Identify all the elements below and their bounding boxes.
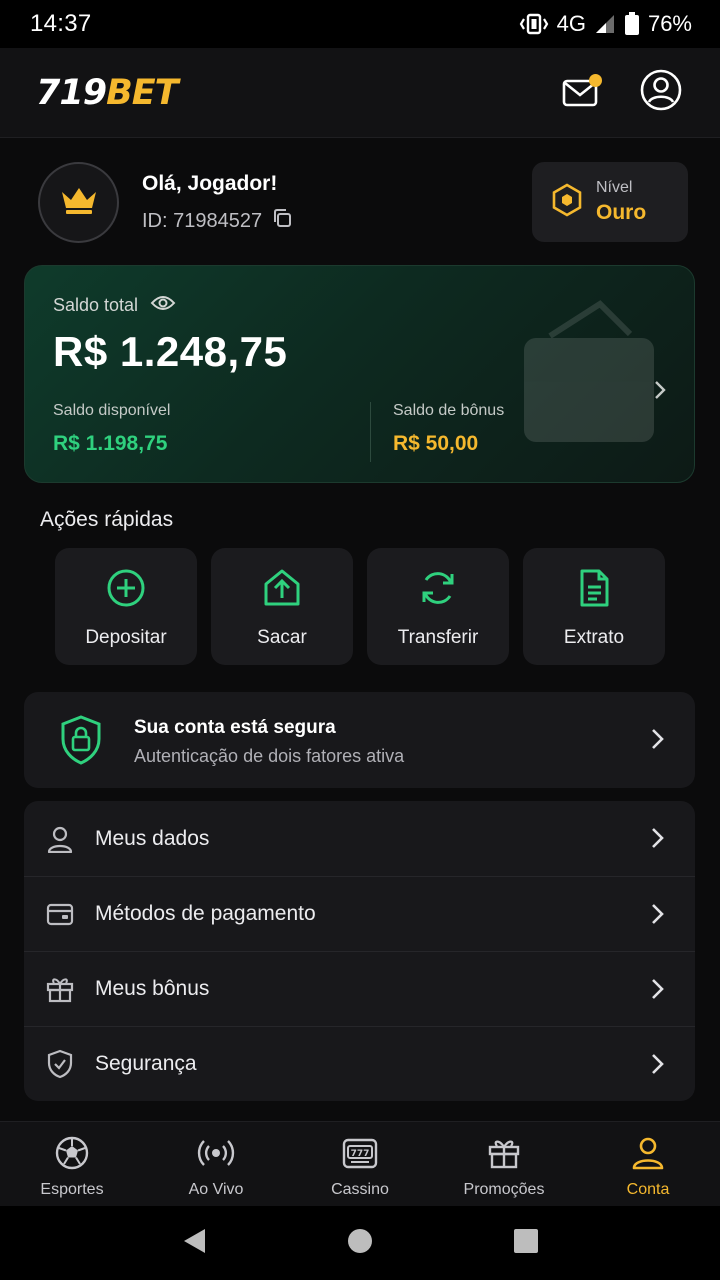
- copy-icon[interactable]: [272, 208, 292, 234]
- nav-label: Conta: [626, 1181, 670, 1198]
- transfer-button[interactable]: Transferir: [367, 548, 509, 665]
- status-icons: 4G 76%: [519, 11, 692, 37]
- live-broadcast-icon: [197, 1136, 235, 1175]
- plus-circle-icon: [106, 568, 146, 613]
- nav-sports[interactable]: Esportes: [0, 1122, 144, 1206]
- security-title: Sua conta está segura: [134, 717, 336, 738]
- status-bar: 14:37 4G 76%: [0, 0, 720, 48]
- avatar[interactable]: [38, 162, 119, 243]
- nav-label: Promoções: [463, 1181, 545, 1198]
- level-card[interactable]: Nível Ouro: [532, 162, 688, 242]
- statement-button[interactable]: Extrato: [523, 548, 665, 665]
- menu-item-payment-methods[interactable]: Métodos de pagamento: [24, 876, 695, 951]
- battery-icon: [624, 12, 640, 36]
- mail-icon: [562, 79, 598, 112]
- nav-live[interactable]: Ao Vivo: [144, 1122, 288, 1206]
- crown-icon: [59, 184, 99, 221]
- header-actions: [562, 69, 682, 116]
- chevron-right-icon: [651, 827, 665, 854]
- available-balance: Saldo disponível R$ 1.198,75: [53, 402, 370, 462]
- nav-label: Ao Vivo: [188, 1181, 244, 1198]
- available-value: R$ 1.198,75: [53, 432, 168, 455]
- refresh-icon: [418, 568, 458, 613]
- balance-total: R$ 1.248,75: [53, 328, 288, 375]
- messages-button[interactable]: [562, 73, 602, 108]
- user-id-text: ID: 71984527: [142, 209, 263, 232]
- gift-icon: [487, 1136, 521, 1175]
- wallet-icon: [46, 900, 74, 928]
- signal-icon: [594, 13, 616, 35]
- available-label: Saldo disponível: [53, 402, 171, 419]
- chevron-right-icon: [651, 1053, 665, 1080]
- level-value: Ouro: [596, 201, 647, 224]
- quick-actions-title: Ações rápidas: [40, 508, 174, 531]
- hexagon-badge-icon: [552, 182, 582, 222]
- logo-brand: BET: [106, 72, 178, 113]
- home-icon[interactable]: [347, 1228, 373, 1259]
- security-subtitle: Autenticação de dois fatores ativa: [134, 746, 405, 766]
- statement-label: Extrato: [563, 627, 625, 648]
- profile-section: Olá, Jogador! ID: 71984527 Nível Ouro: [38, 162, 688, 244]
- bonus-label: Saldo de bônus: [393, 402, 505, 419]
- recents-icon[interactable]: [513, 1228, 539, 1259]
- quick-actions: Depositar Sacar Transferir Extrato: [55, 548, 665, 665]
- app-header: 719BET: [0, 48, 720, 138]
- soccer-ball-icon: [55, 1136, 89, 1175]
- transfer-label: Transferir: [397, 627, 479, 648]
- bonus-balance: Saldo de bônus R$ 50,00: [370, 402, 650, 462]
- balance-label-text: Saldo total: [53, 295, 139, 315]
- battery-percent: 76%: [647, 11, 692, 36]
- withdraw-button[interactable]: Sacar: [211, 548, 353, 665]
- menu-item-label: Segurança: [95, 1052, 197, 1075]
- security-banner[interactable]: Sua conta está segura Autenticação de do…: [24, 692, 695, 788]
- brand-logo[interactable]: 719BET: [36, 72, 179, 113]
- upload-icon: [262, 568, 302, 613]
- svg-text:777: 777: [351, 1149, 370, 1159]
- gift-icon: [46, 975, 74, 1003]
- nav-label: Cassino: [331, 1181, 389, 1198]
- system-nav-bar: [0, 1206, 720, 1280]
- shield-check-icon: [46, 1049, 74, 1079]
- chevron-right-icon: [651, 903, 665, 930]
- user-circle-icon[interactable]: [640, 69, 682, 116]
- eye-icon[interactable]: [150, 294, 176, 317]
- menu-item-security[interactable]: Segurança: [24, 1026, 695, 1101]
- chevron-right-icon: [651, 978, 665, 1005]
- nav-casino[interactable]: 777 Cassino: [288, 1122, 432, 1206]
- notification-dot: [589, 73, 602, 87]
- balance-label: Saldo total: [53, 294, 176, 317]
- nav-account[interactable]: Conta: [576, 1122, 720, 1206]
- menu-item-label: Meus bônus: [95, 977, 210, 1000]
- level-label: Nível: [596, 179, 633, 196]
- shield-lock-icon: [60, 715, 102, 770]
- account-menu: Meus dados Métodos de pagamento Meus bôn…: [24, 801, 695, 1101]
- status-time: 14:37: [30, 10, 92, 37]
- network-type: 4G: [556, 11, 586, 36]
- withdraw-label: Sacar: [257, 627, 307, 648]
- level-text: Nível Ouro: [596, 179, 646, 225]
- deposit-button[interactable]: Depositar: [55, 548, 197, 665]
- menu-item-my-bonus[interactable]: Meus bônus: [24, 951, 695, 1026]
- deposit-label: Depositar: [85, 627, 167, 648]
- user-icon: [631, 1136, 665, 1175]
- balance-card[interactable]: Saldo total R$ 1.248,75 Saldo disponível…: [24, 265, 695, 483]
- menu-item-label: Métodos de pagamento: [95, 902, 316, 925]
- vibrate-icon: [519, 13, 549, 35]
- user-icon: [46, 825, 74, 853]
- greeting-text: Olá, Jogador!: [142, 172, 278, 195]
- menu-item-my-data[interactable]: Meus dados: [24, 801, 695, 876]
- bottom-nav: Esportes Ao Vivo 777 Cassino Promoções C…: [0, 1121, 720, 1206]
- bonus-value: R$ 50,00: [393, 432, 479, 455]
- chevron-right-icon: [654, 380, 666, 405]
- slot-machine-icon: 777: [341, 1136, 379, 1175]
- chevron-right-icon: [651, 728, 665, 755]
- back-icon[interactable]: [181, 1227, 207, 1260]
- menu-item-label: Meus dados: [95, 826, 210, 850]
- document-icon: [574, 568, 614, 613]
- nav-promotions[interactable]: Promoções: [432, 1122, 576, 1206]
- user-id: ID: 71984527: [142, 208, 292, 234]
- balance-breakdown: Saldo disponível R$ 1.198,75 Saldo de bô…: [53, 402, 653, 462]
- logo-number: 719: [36, 72, 107, 113]
- nav-label: Esportes: [40, 1181, 104, 1198]
